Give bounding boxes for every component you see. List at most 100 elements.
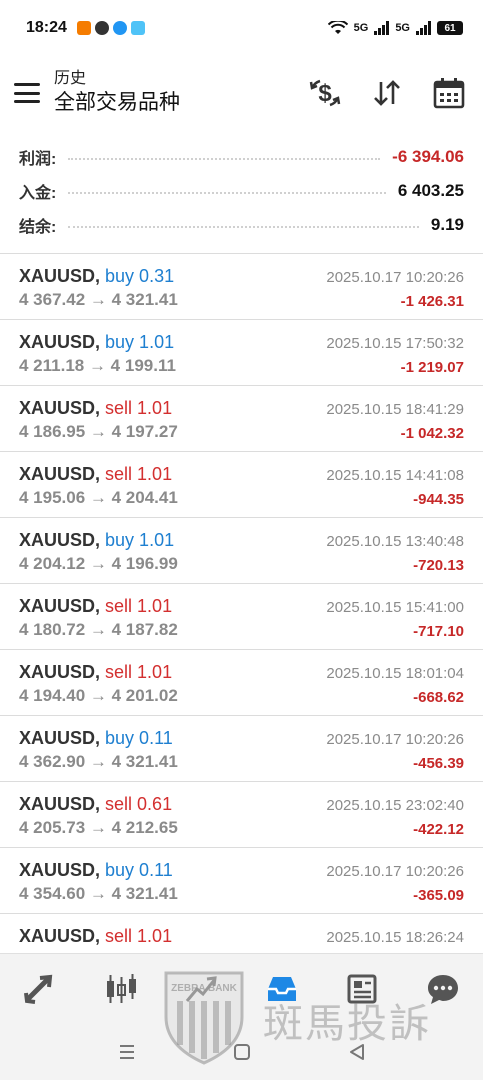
trade-symbol: XAUUSD, buy 1.01 <box>19 332 174 353</box>
trade-symbol: XAUUSD, sell 1.01 <box>19 662 172 683</box>
wifi-icon <box>327 21 348 34</box>
candlestick-icon <box>106 973 136 1003</box>
trade-symbol: XAUUSD, sell 1.01 <box>19 398 172 419</box>
profit-row: 利润: -6 394.06 <box>19 140 464 174</box>
trade-row[interactable]: XAUUSD, sell 1.01 4 186.95 → 4 197.27 2025… <box>0 385 483 451</box>
nav-chart[interactable] <box>173 961 229 1017</box>
trade-symbol: XAUUSD, sell 1.01 <box>19 926 172 947</box>
trade-row[interactable]: XAUUSD, buy 0.11 4 362.90 → 4 321.41 2025.… <box>0 715 483 781</box>
trade-symbol-text: XAUUSD, <box>19 860 101 880</box>
trade-symbol-text: XAUUSD, <box>19 464 101 484</box>
sort-button[interactable] <box>369 75 405 111</box>
trade-symbol-text: XAUUSD, <box>19 266 101 286</box>
trade-row[interactable]: XAUUSD, buy 0.31 4 367.42 → 4 321.41 2025.… <box>0 253 483 319</box>
trade-profit: -720.13 <box>413 557 464 574</box>
app-orange-icon <box>76 21 91 35</box>
trade-prices: 4 211.18 → 4 199.11 <box>19 356 176 375</box>
news-icon <box>347 974 377 1003</box>
page-title[interactable]: 全部交易品种 <box>54 89 180 117</box>
balance-label: 结余: <box>19 219 57 236</box>
trade-time: 2025.10.15 23:02:40 <box>326 797 464 814</box>
trade-time: 2025.10.17 10:20:26 <box>326 863 464 880</box>
network-label-1: 5G <box>353 22 369 34</box>
signal-icon-2 <box>416 21 431 35</box>
trade-time: 2025.10.17 10:20:26 <box>326 269 464 286</box>
trade-time: 2025.10.15 18:41:29 <box>326 401 464 418</box>
status-bar: 18:24 5G 5G 61 <box>0 0 483 56</box>
trade-profit: -944.35 <box>413 491 464 508</box>
trade-prices: 4 354.60 → 4 321.41 <box>19 884 178 903</box>
trade-side-volume: buy 1.01 <box>105 332 175 352</box>
trade-time: 2025.10.15 18:26:24 <box>326 929 464 946</box>
trade-row[interactable]: XAUUSD, buy 0.11 4 354.60 → 4 321.41 2025.… <box>0 847 483 913</box>
network-label-2: 5G <box>395 22 410 34</box>
trade-profit: -422.12 <box>413 821 464 838</box>
trade-side-volume: sell 1.01 <box>105 398 173 418</box>
trade-history-list: XAUUSD, buy 0.31 4 367.42 → 4 321.41 2025.… <box>0 253 483 979</box>
trade-prices: 4 186.95 → 4 197.27 <box>19 422 178 441</box>
sort-icon <box>374 80 400 106</box>
nav-messages[interactable] <box>415 961 471 1017</box>
header-actions: $ <box>307 75 469 111</box>
status-app-icons <box>76 21 145 35</box>
trade-prices: 4 362.90 → 4 321.41 <box>19 752 178 771</box>
trade-side-volume: buy 0.31 <box>105 266 175 286</box>
trade-symbol-text: XAUUSD, <box>19 662 101 682</box>
calendar-icon <box>433 78 465 109</box>
trade-side-volume: buy 0.11 <box>105 860 173 880</box>
trade-symbol: XAUUSD, buy 0.11 <box>19 860 173 881</box>
trade-prices: 4 194.40 → 4 201.02 <box>19 686 178 705</box>
trade-prices: 4 180.72 → 4 187.82 <box>19 620 178 639</box>
signal-icon-1 <box>374 21 390 35</box>
nav-trade[interactable] <box>12 961 68 1017</box>
battery-icon: 61 <box>437 21 463 35</box>
trade-side-volume: buy 1.01 <box>105 530 175 550</box>
trade-profit: -456.39 <box>413 755 464 772</box>
dotted-leader <box>68 158 381 160</box>
chart-line-icon <box>186 975 217 1002</box>
trade-prices: 4 205.73 → 4 212.65 <box>19 818 178 837</box>
status-time: 18:24 <box>26 19 67 36</box>
trade-time: 2025.10.17 10:20:26 <box>326 731 464 748</box>
menu-icon[interactable] <box>14 83 40 103</box>
bottom-navigation <box>0 953 483 1023</box>
trade-side-volume: sell 1.01 <box>105 926 173 946</box>
account-summary: 利润: -6 394.06 入金: 6 403.25 结余: 9.19 <box>0 140 483 242</box>
nav-news[interactable] <box>334 961 390 1017</box>
currency-exchange-icon: $ <box>309 79 341 107</box>
balance-value: 9.19 <box>430 215 464 234</box>
nav-quotes[interactable] <box>93 961 149 1017</box>
trade-row[interactable]: XAUUSD, buy 1.01 4 211.18 → 4 199.11 2025.… <box>0 319 483 385</box>
profit-label: 利润: <box>19 151 57 168</box>
trade-side-volume: sell 1.01 <box>105 596 173 616</box>
menu-lines-icon[interactable] <box>117 1042 137 1062</box>
deposit-label: 入金: <box>19 185 57 202</box>
app-blue-icon <box>112 21 127 35</box>
trade-row[interactable]: XAUUSD, buy 1.01 4 204.12 → 4 196.99 2025.… <box>0 517 483 583</box>
trade-time: 2025.10.15 13:40:48 <box>326 533 464 550</box>
trade-prices: 4 367.42 → 4 321.41 <box>19 290 178 309</box>
trade-row[interactable]: XAUUSD, sell 1.01 4 194.40 → 4 201.02 2025… <box>0 649 483 715</box>
trade-profit: -668.62 <box>413 689 464 706</box>
trade-row[interactable]: XAUUSD, sell 1.01 4 180.72 → 4 187.82 2025… <box>0 583 483 649</box>
trade-side-volume: sell 1.01 <box>105 464 173 484</box>
trade-side-volume: sell 0.61 <box>105 794 173 814</box>
trade-profit: -1 219.07 <box>400 359 464 376</box>
nav-history[interactable] <box>254 961 310 1017</box>
trade-row[interactable]: XAUUSD, sell 1.01 4 195.06 → 4 204.41 2025… <box>0 451 483 517</box>
currency-exchange-button[interactable]: $ <box>307 75 343 111</box>
history-inbox-icon <box>267 976 296 1001</box>
trade-row[interactable]: XAUUSD, sell 0.61 4 205.73 → 4 212.65 2025… <box>0 781 483 847</box>
trade-symbol-text: XAUUSD, <box>19 332 101 352</box>
trade-symbol: XAUUSD, sell 0.61 <box>19 794 172 815</box>
dotted-leader <box>68 226 419 228</box>
trade-symbol-text: XAUUSD, <box>19 596 101 616</box>
trade-symbol-text: XAUUSD, <box>19 794 101 814</box>
trade-prices: 4 195.06 → 4 204.41 <box>19 488 178 507</box>
calendar-button[interactable] <box>431 75 467 111</box>
page-subtitle: 历史 <box>54 70 87 87</box>
qq-icon <box>94 21 109 35</box>
title-block: 历史 全部交易品种 <box>54 69 180 117</box>
back-triangle-icon[interactable] <box>347 1042 367 1062</box>
home-square-icon[interactable] <box>232 1042 252 1062</box>
